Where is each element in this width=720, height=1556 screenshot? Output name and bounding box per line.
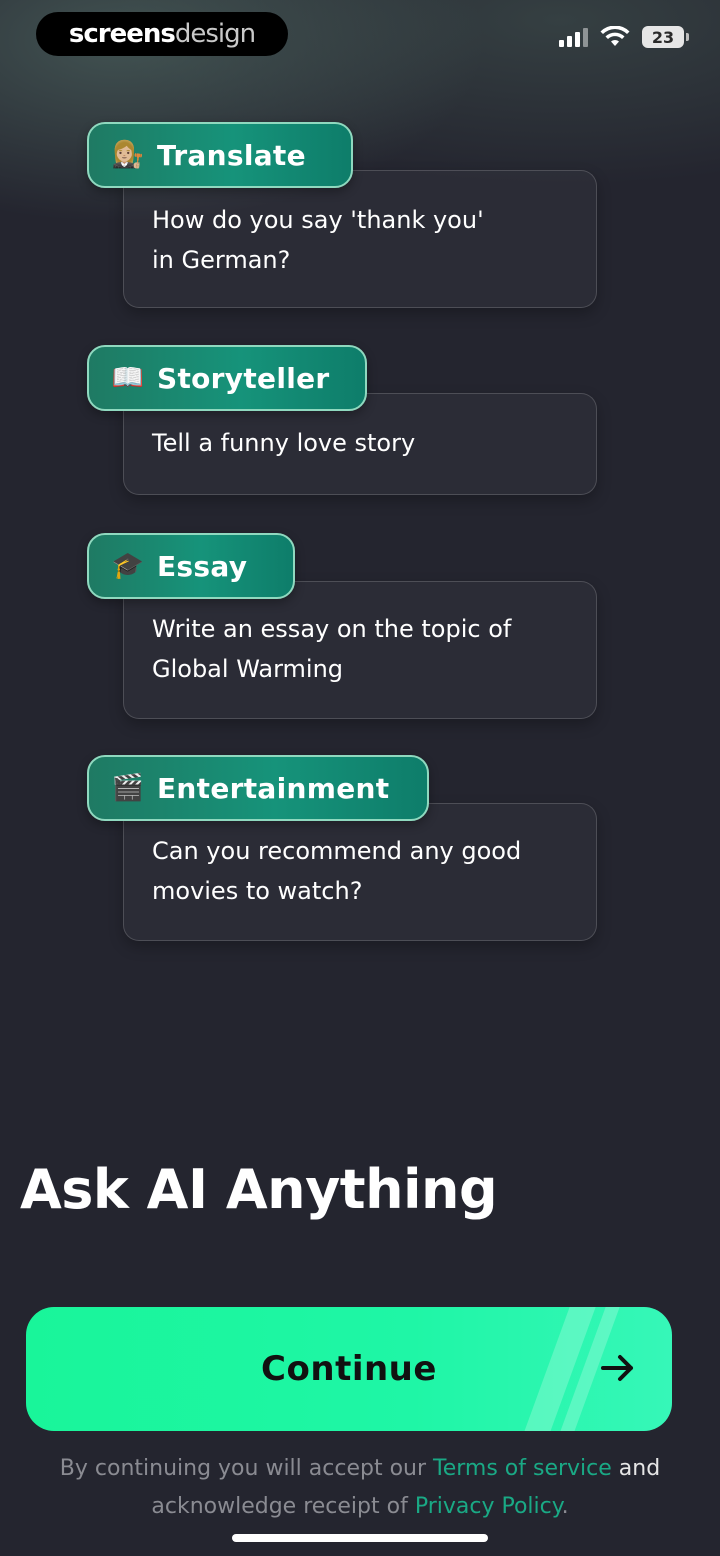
wifi-icon xyxy=(600,26,630,46)
card-tag-label: Essay xyxy=(157,549,248,583)
card-prompt-text: How do you say 'thank you' in German? xyxy=(152,200,567,280)
card-prompt-line: Global Warming xyxy=(152,655,344,683)
clapper-board-emoji-icon: 🎬 xyxy=(111,773,145,803)
battery-icon: 23 xyxy=(642,26,689,48)
card-prompt-text: Write an essay on the topic of Global Wa… xyxy=(152,609,567,689)
privacy-policy-link[interactable]: Privacy Policy xyxy=(415,1494,562,1519)
continue-button-label: Continue xyxy=(261,1349,437,1389)
card-tag-entertainment: 🎬 Entertainment xyxy=(87,755,429,821)
prompt-card-entertainment[interactable]: Can you recommend any good movies to wat… xyxy=(87,755,597,941)
prompt-card-storyteller[interactable]: Tell a funny love story 📖 Storyteller xyxy=(87,345,597,495)
arrow-right-icon xyxy=(601,1355,633,1381)
page-headline: Ask AI Anything xyxy=(20,1158,498,1221)
book-emoji-icon: 📖 xyxy=(111,363,145,393)
brand-word-screens: screens xyxy=(68,19,176,49)
terms-of-service-link[interactable]: Terms of service xyxy=(433,1456,612,1481)
card-tag-label: Translate xyxy=(157,138,306,172)
cellular-signal-icon xyxy=(559,27,588,47)
card-tag-storyteller: 📖 Storyteller xyxy=(87,345,367,411)
brand-watermark: screens design xyxy=(36,12,288,56)
legal-text: acknowledge receipt of xyxy=(151,1494,415,1519)
card-tag-label: Storyteller xyxy=(157,361,330,395)
legal-text: and xyxy=(611,1456,661,1481)
brand-word-design: design xyxy=(174,19,256,49)
card-prompt-line: Write an essay on the topic of xyxy=(152,615,512,643)
graduation-cap-emoji-icon: 🎓 xyxy=(111,551,145,581)
legal-notice: By continuing you will accept our Terms … xyxy=(20,1450,700,1526)
judge-emoji-icon: 👩🏼‍⚖️ xyxy=(111,140,145,170)
card-prompt-line: Tell a funny love story xyxy=(152,429,416,457)
prompt-card-essay[interactable]: Write an essay on the topic of Global Wa… xyxy=(87,533,597,719)
card-prompt-line: movies to watch? xyxy=(152,877,363,905)
prompt-card-translate[interactable]: How do you say 'thank you' in German? 👩🏼… xyxy=(87,122,597,308)
legal-line-2: acknowledge receipt of Privacy Policy. xyxy=(20,1488,700,1526)
card-tag-essay: 🎓 Essay xyxy=(87,533,295,599)
battery-level: 23 xyxy=(651,27,675,47)
card-prompt-line: How do you say 'thank you' xyxy=(152,206,484,234)
status-indicators: 23 xyxy=(559,26,689,48)
card-prompt-text: Can you recommend any good movies to wat… xyxy=(152,831,567,911)
legal-text: . xyxy=(561,1494,569,1519)
home-indicator[interactable] xyxy=(232,1534,488,1542)
card-tag-translate: 👩🏼‍⚖️ Translate xyxy=(87,122,353,188)
card-prompt-line: Can you recommend any good xyxy=(152,837,522,865)
card-prompt-text: Tell a funny love story xyxy=(152,423,567,463)
legal-line-1: By continuing you will accept our Terms … xyxy=(20,1450,700,1488)
continue-button[interactable]: Continue xyxy=(26,1307,672,1431)
card-prompt-line: in German? xyxy=(152,246,291,274)
card-tag-label: Entertainment xyxy=(157,771,390,805)
legal-text: By continuing you will accept our xyxy=(59,1456,434,1481)
